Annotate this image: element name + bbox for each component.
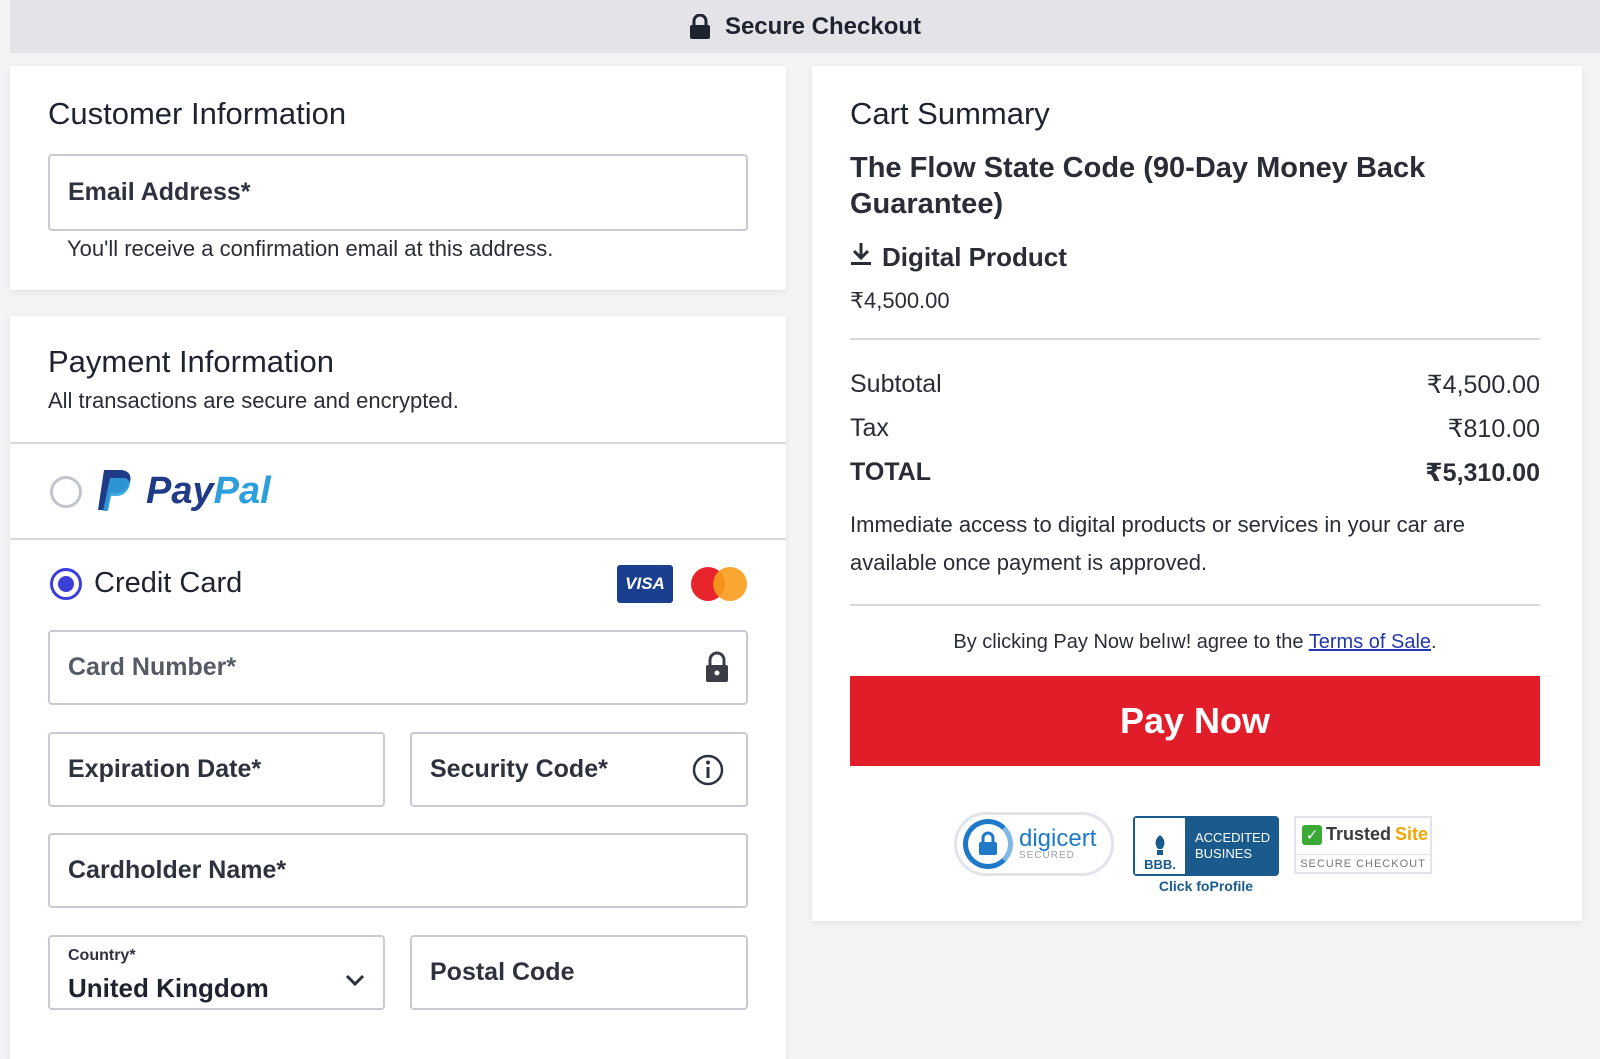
cardholder-placeholder: Cardholder Name* — [68, 856, 287, 884]
postal-placeholder: Postal Code — [430, 958, 575, 986]
trustedsite-badge[interactable]: ✓ Trusted Site SECURE CHECKOUT — [1294, 816, 1432, 874]
access-note: Immediate access to digital products or … — [850, 512, 1466, 575]
postal-code-input[interactable]: Postal Code — [410, 935, 748, 1010]
email-field[interactable]: Email Address* — [48, 154, 748, 231]
tax-row: Tax ₹810.00 — [850, 414, 1540, 444]
divider — [10, 442, 786, 444]
lock-icon — [704, 651, 730, 690]
bbb-badge[interactable]: BBB. ACCEDITED BUSINES — [1133, 816, 1279, 876]
country-select[interactable]: Country* United Kingdom — [48, 935, 385, 1010]
chevron-down-icon — [345, 965, 365, 994]
country-value: United Kingdom — [68, 973, 269, 1003]
email-placeholder: Email Address* — [68, 178, 251, 206]
customer-heading: Customer Information — [48, 96, 347, 131]
security-code-placeholder: Security Code* — [430, 755, 608, 783]
bbb-logo: BBB. — [1133, 816, 1187, 876]
header-title: Secure Checkout — [724, 12, 922, 40]
tax-label: Tax — [850, 414, 889, 442]
info-icon[interactable] — [692, 754, 724, 793]
paypal-icon — [94, 468, 134, 519]
mastercard-icon — [691, 565, 747, 603]
email-hint: You'll receive a confirmation email at t… — [67, 236, 554, 261]
lock-icon — [689, 13, 711, 40]
product-title: The Flow State Code (90-Day Money Back G… — [850, 152, 1426, 220]
bbb-torch-icon — [1155, 835, 1165, 855]
product-price: ₹4,500.00 — [850, 288, 950, 313]
credit-card-label[interactable]: Credit Card — [94, 567, 242, 600]
customer-information-panel: Customer Information Email Address* You'… — [10, 66, 786, 290]
subtotal-value: ₹4,500.00 — [1426, 371, 1540, 399]
subtotal-row: Subtotal ₹4,500.00 — [850, 370, 1540, 400]
payment-heading: Payment Information — [48, 344, 335, 379]
digicert-badge[interactable]: digicert SECURED — [954, 812, 1114, 876]
cart-heading: Cart Summary — [850, 96, 1050, 131]
secure-checkout-header: Secure Checkout — [10, 0, 1600, 53]
expiration-placeholder: Expiration Date* — [68, 755, 262, 783]
card-number-input[interactable]: Card Number* — [48, 630, 748, 705]
terms-of-sale-link[interactable]: Terms of Sale — [1309, 631, 1431, 653]
terms-notice: By clicking Pay Now belıw! agree to the … — [953, 631, 1437, 653]
paypal-logo[interactable]: PayPal — [146, 470, 271, 513]
product-type-label: Digital Product — [882, 242, 1067, 272]
divider — [850, 338, 1540, 340]
total-value: ₹5,310.00 — [1425, 459, 1540, 487]
country-label: Country* — [68, 947, 136, 964]
subtotal-label: Subtotal — [850, 370, 942, 398]
tax-value: ₹810.00 — [1447, 415, 1540, 443]
divider — [10, 538, 786, 540]
card-number-placeholder: Card Number* — [68, 653, 237, 681]
paypal-radio[interactable] — [50, 476, 82, 508]
bbb-profile-link[interactable]: Click foProfile — [1133, 878, 1279, 894]
divider — [850, 604, 1540, 606]
checkmark-icon: ✓ — [1302, 824, 1322, 845]
total-label: TOTAL — [850, 458, 932, 486]
cart-summary-panel: Cart Summary The Flow State Code (90-Day… — [812, 66, 1582, 921]
cardholder-name-input[interactable]: Cardholder Name* — [48, 833, 748, 908]
download-icon — [850, 241, 872, 274]
payment-information-panel: Payment Information All transactions are… — [10, 316, 786, 1059]
product-type: Digital Product — [850, 241, 1067, 274]
total-row: TOTAL ₹5,310.00 — [850, 458, 1540, 488]
digicert-lock-icon — [963, 819, 1013, 869]
visa-icon: VISA — [617, 565, 673, 603]
pay-now-button[interactable]: Pay Now — [850, 676, 1540, 766]
credit-card-radio[interactable] — [50, 568, 82, 600]
security-code-input[interactable]: Security Code* — [410, 732, 748, 807]
expiration-date-input[interactable]: Expiration Date* — [48, 732, 385, 807]
payment-subheading: All transactions are secure and encrypte… — [48, 388, 459, 413]
